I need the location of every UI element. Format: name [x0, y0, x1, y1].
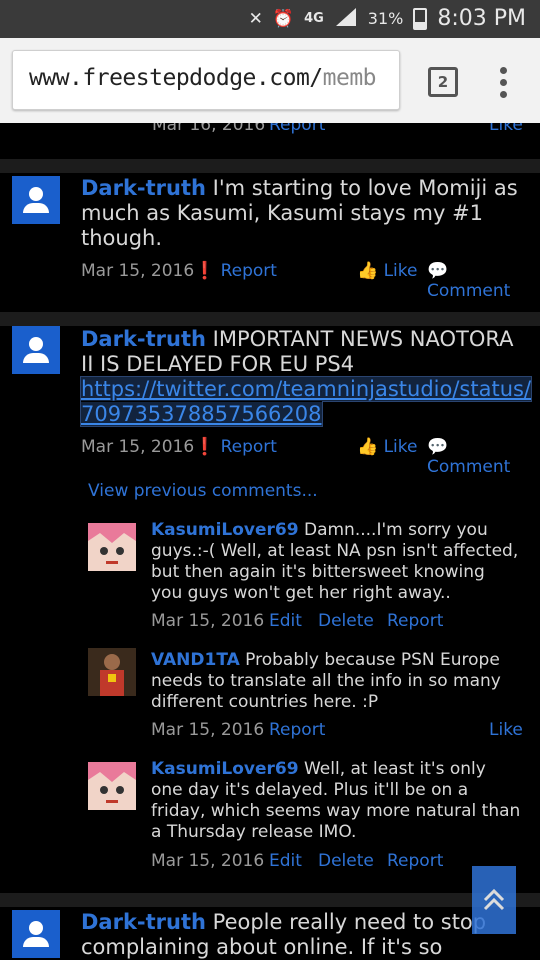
- mute-icon: ✕: [248, 8, 263, 29]
- avatar[interactable]: [12, 910, 60, 958]
- comment-date: Mar 15, 2016: [151, 611, 265, 631]
- thumbs-up-icon: 👍: [357, 437, 379, 457]
- divider: [0, 893, 540, 907]
- post-item: Dark-truth I'm starting to love Momiji a…: [12, 173, 528, 310]
- clock: 8:03 PM: [437, 6, 526, 31]
- post-date: Mar 15, 2016: [81, 261, 195, 281]
- network-type-icon: 4G: [304, 11, 324, 26]
- report-link[interactable]: ❗ Report: [194, 261, 277, 281]
- like-link[interactable]: 👍 Like: [357, 437, 417, 457]
- like-link[interactable]: Like: [489, 123, 523, 135]
- like-link[interactable]: Like: [489, 720, 523, 740]
- like-link[interactable]: 👍 Like: [357, 261, 417, 281]
- address-bar[interactable]: www.freestepdodge.com/memb: [12, 50, 400, 110]
- view-previous-comments-link[interactable]: View previous comments...: [88, 481, 318, 501]
- report-link[interactable]: Report: [387, 611, 443, 631]
- comment-avatar[interactable]: [88, 523, 136, 571]
- anime-avatar-icon: [88, 523, 136, 571]
- alert-icon: ❗: [194, 261, 216, 281]
- overflow-menu-icon[interactable]: [500, 67, 508, 103]
- comment-username-link[interactable]: VAND1TA: [151, 650, 240, 670]
- comment-username-link[interactable]: KasumiLover69: [151, 759, 299, 779]
- username-link[interactable]: Dark-truth: [81, 176, 206, 200]
- thumbs-up-icon: 👍: [357, 261, 379, 281]
- post-item: Dark-truth People really need to stop co…: [12, 907, 528, 960]
- url-text[interactable]: www.freestepdodge.com/memb: [29, 65, 377, 91]
- comment-avatar[interactable]: [88, 762, 136, 810]
- browser-toolbar: www.freestepdodge.com/memb 2: [0, 38, 540, 123]
- avatar[interactable]: [12, 326, 60, 374]
- profile-posts-feed[interactable]: Mar 16, 2016 Report Like Dark-truth I'm …: [0, 123, 540, 960]
- comment-username-link[interactable]: KasumiLover69: [151, 520, 299, 540]
- edit-link[interactable]: Edit: [269, 851, 302, 871]
- post-text: Dark-truth People really need to stop co…: [81, 910, 526, 960]
- partial-post: Mar 16, 2016 Report Like: [12, 123, 528, 160]
- photo-avatar-icon: [88, 648, 136, 696]
- double-chevron-up-icon: [483, 888, 505, 911]
- post-date: Mar 16, 2016: [152, 123, 266, 135]
- alarm-icon: ⏰: [272, 8, 295, 29]
- signal-icon: [334, 6, 358, 31]
- comment-date: Mar 15, 2016: [151, 720, 265, 740]
- comment-text: KasumiLover69 Well, at least it's only o…: [151, 759, 521, 842]
- delete-link[interactable]: Delete: [318, 611, 374, 631]
- edit-link[interactable]: Edit: [269, 611, 302, 631]
- username-link[interactable]: Dark-truth: [81, 327, 206, 351]
- report-link[interactable]: ❗ Report: [194, 437, 277, 457]
- comment-text: VAND1TA Probably because PSN Europe need…: [151, 650, 501, 712]
- battery-icon: [413, 7, 428, 30]
- avatar[interactable]: [12, 176, 60, 224]
- post-text: Dark-truth I'm starting to love Momiji a…: [81, 176, 521, 251]
- post-item: Dark-truth IMPORTANT NEWS NAOTORA II IS …: [12, 326, 533, 891]
- anime-avatar-icon: [88, 762, 136, 810]
- status-icons: ✕ ⏰ 4G 31% 8:03 PM: [249, 6, 526, 31]
- post-text: Dark-truth IMPORTANT NEWS NAOTORA II IS …: [79, 327, 533, 427]
- delete-link[interactable]: Delete: [318, 851, 374, 871]
- report-link[interactable]: Report: [269, 720, 325, 740]
- comment-link[interactable]: 💬 Comment: [427, 437, 528, 477]
- comment-text: KasumiLover69 Damn....I'm sorry you guys…: [151, 520, 519, 603]
- tweet-link[interactable]: https://twitter.com/teamninjastudio/stat…: [79, 376, 533, 427]
- divider: [0, 159, 540, 173]
- comment-link[interactable]: 💬 Comment: [427, 261, 528, 301]
- report-link[interactable]: Report: [269, 123, 325, 135]
- alert-icon: ❗: [194, 437, 216, 457]
- battery-percent: 31%: [367, 9, 404, 28]
- status-bar: ✕ ⏰ 4G 31% 8:03 PM: [0, 0, 540, 38]
- divider: [0, 312, 540, 326]
- scroll-to-top-button[interactable]: [472, 866, 516, 934]
- report-link[interactable]: Report: [387, 851, 443, 871]
- tab-switcher-button[interactable]: 2: [428, 67, 458, 97]
- comment-date: Mar 15, 2016: [151, 851, 265, 871]
- comment-icon: 💬: [427, 437, 449, 457]
- comment-avatar[interactable]: [88, 648, 136, 696]
- comment-icon: 💬: [427, 261, 449, 281]
- post-date: Mar 15, 2016: [81, 437, 195, 457]
- username-link[interactable]: Dark-truth: [81, 910, 206, 934]
